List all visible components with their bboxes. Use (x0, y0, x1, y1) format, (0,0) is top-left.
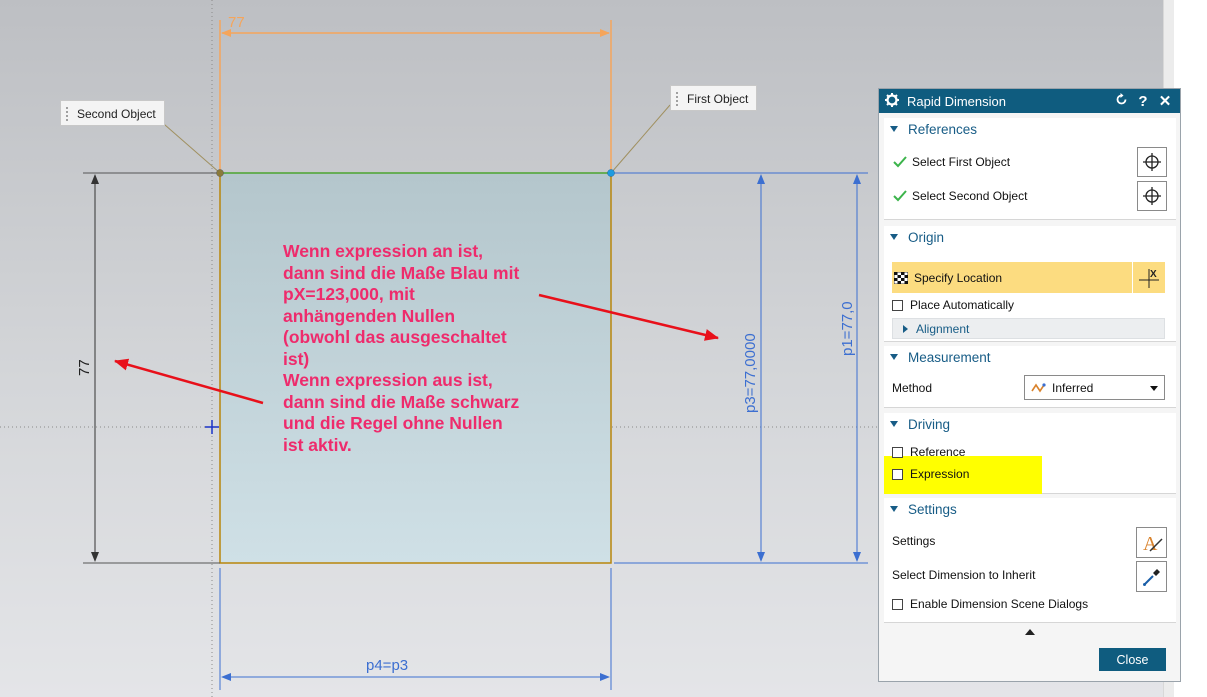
scene-dialogs-checkbox[interactable] (892, 598, 903, 610)
settings-section: Settings Settings A Select Dimension to … (884, 498, 1176, 623)
driving-header[interactable]: Driving (884, 413, 1176, 435)
top-dimension-text[interactable]: 77 (228, 14, 245, 31)
select-second-object-button[interactable] (1137, 181, 1167, 211)
left-dimension-text[interactable]: 77 (76, 359, 93, 376)
expression-checkbox[interactable] (892, 468, 903, 480)
first-object-leader (610, 104, 671, 174)
place-automatically-checkbox[interactable] (892, 299, 903, 311)
expand-triangle-icon (903, 324, 908, 333)
text-style-icon: A (1143, 533, 1163, 555)
place-automatically-row[interactable]: Place Automatically (892, 298, 1014, 312)
driving-section: Driving Reference Expression (884, 413, 1176, 494)
settings-button[interactable]: A (1136, 527, 1167, 558)
checkmark-icon (893, 156, 907, 168)
collapse-triangle-icon (890, 506, 898, 512)
gear-icon[interactable] (885, 92, 899, 110)
specify-location-row[interactable]: Specify Location (892, 262, 1132, 293)
origin-section: Origin Specify Location X Place Automati… (884, 226, 1176, 342)
location-cursor-icon: X (1139, 268, 1159, 288)
collapse-triangle-icon (890, 234, 898, 240)
drag-grip-icon[interactable] (675, 91, 679, 107)
rapid-dimension-dialog: Rapid Dimension ? ✕ References Select Fi… (878, 88, 1181, 682)
second-object-point[interactable] (216, 169, 224, 177)
collapse-up-icon[interactable] (1025, 629, 1035, 635)
p3-dimension-text[interactable]: p3=77,0000 (742, 333, 759, 413)
first-object-point[interactable] (607, 169, 615, 177)
references-header[interactable]: References (884, 118, 1176, 140)
svg-text:X: X (1150, 269, 1157, 280)
origin-header[interactable]: Origin (884, 226, 1176, 248)
second-object-leader (156, 117, 221, 174)
specify-location-button[interactable]: X (1133, 262, 1165, 293)
method-row: Method (892, 381, 932, 395)
close-icon[interactable]: ✕ (1154, 92, 1176, 110)
collapse-triangle-icon (890, 354, 898, 360)
method-dropdown[interactable]: Inferred (1024, 375, 1165, 400)
crosshair-target-icon (1143, 153, 1161, 171)
p1-dimension-text[interactable]: p1=77,0 (839, 301, 856, 356)
checkered-flag-icon (894, 271, 908, 284)
drag-grip-icon[interactable] (65, 106, 69, 122)
collapse-triangle-icon (890, 126, 898, 132)
reference-row[interactable]: Reference (892, 445, 965, 459)
eyedropper-icon (1142, 568, 1160, 586)
svg-text:A: A (1143, 533, 1158, 555)
alignment-subsection[interactable]: Alignment (892, 318, 1165, 339)
annotation-text: Wenn expression an ist, dann sind die Ma… (283, 241, 520, 455)
second-object-callout: Second Object (60, 100, 165, 126)
first-object-label: First Object (687, 92, 749, 106)
help-icon[interactable]: ? (1132, 93, 1154, 110)
crosshair-target-icon (1143, 187, 1161, 205)
select-second-object-row[interactable]: Select Second Object (892, 188, 1027, 204)
settings-row: Settings (892, 534, 936, 548)
select-first-object-button[interactable] (1137, 147, 1167, 177)
reset-icon[interactable] (1110, 92, 1132, 110)
expression-row[interactable]: Expression (892, 467, 969, 481)
second-object-label: Second Object (77, 107, 156, 121)
collapse-triangle-icon (890, 421, 898, 427)
method-label: Method (892, 381, 933, 395)
settings-header[interactable]: Settings (884, 498, 1176, 520)
dialog-title: Rapid Dimension (907, 93, 1006, 109)
first-object-callout: First Object (670, 85, 758, 111)
references-section: References Select First Object Select Se… (884, 118, 1176, 220)
inherit-row: Select Dimension to Inherit (892, 568, 1036, 582)
inferred-dimension-icon (1031, 382, 1046, 392)
select-first-object-row[interactable]: Select First Object (892, 154, 1010, 170)
scene-dialogs-row[interactable]: Enable Dimension Scene Dialogs (892, 597, 1088, 611)
close-button[interactable]: Close (1099, 648, 1166, 671)
bottom-dimension-text[interactable]: p4=p3 (366, 657, 408, 674)
dialog-title-bar[interactable]: Rapid Dimension ? ✕ (879, 89, 1180, 113)
reference-checkbox[interactable] (892, 446, 903, 458)
checkmark-icon (893, 190, 907, 202)
chevron-down-icon (1150, 386, 1158, 391)
method-value: Inferred (1052, 380, 1094, 395)
measurement-section: Measurement Method Inferred (884, 346, 1176, 408)
inherit-button[interactable] (1136, 561, 1167, 592)
measurement-header[interactable]: Measurement (884, 346, 1176, 368)
